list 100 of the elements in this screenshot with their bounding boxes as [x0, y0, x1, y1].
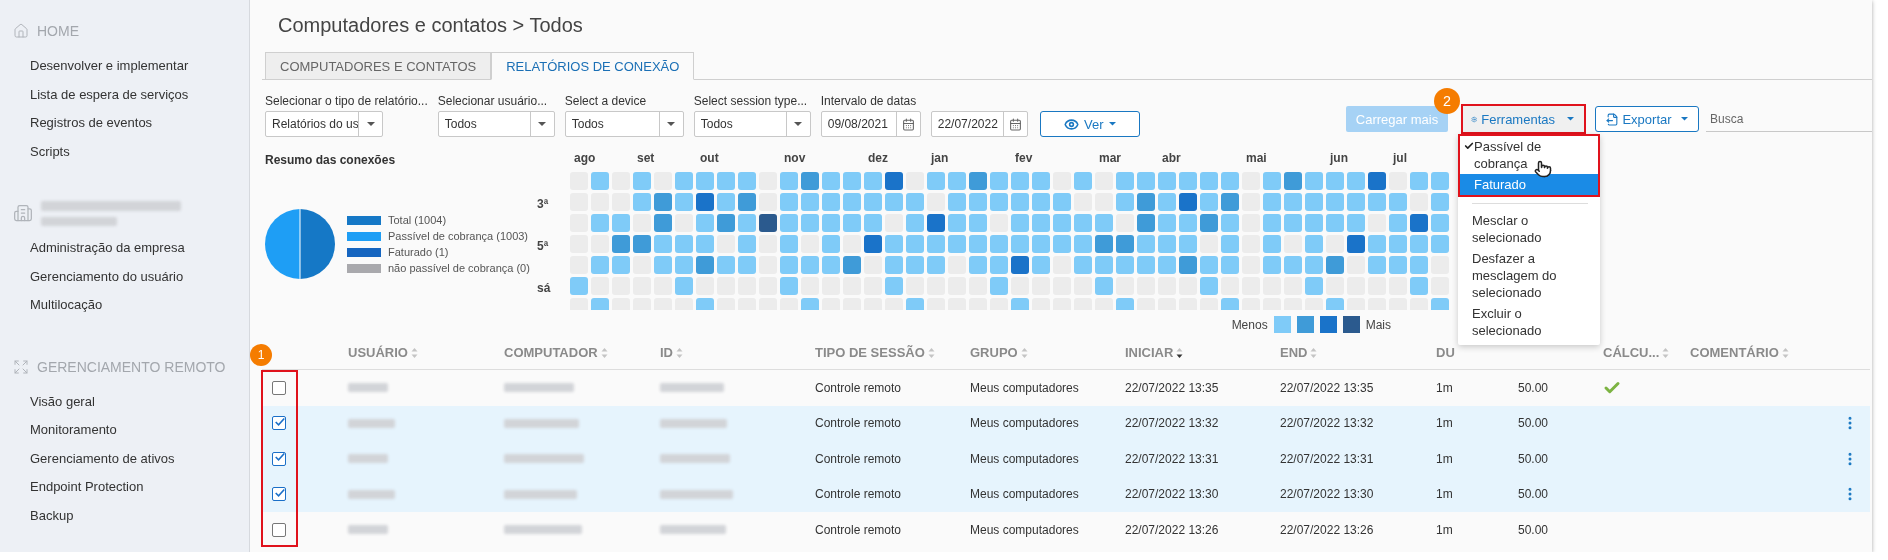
sidebar-heading: GERENCIAMENTO REMOTO — [37, 358, 226, 375]
export-button[interactable]: Exportar — [1595, 106, 1699, 132]
table-row[interactable]: Controle remoto Meus computadores 22/07/2022 13:31 22/07/2022 13:31 1m 50.00 — [262, 441, 1870, 477]
dropdown-select[interactable]: Todos — [564, 111, 684, 137]
table-cell-text: 22/07/2022 13:31 — [1125, 451, 1220, 466]
table-cell-text: 22/07/2022 13:26 — [1125, 522, 1220, 537]
table-cell-text: 22/07/2022 13:26 — [1280, 522, 1375, 537]
table-cell-text: Meus computadores — [970, 522, 1080, 537]
scale-swatch — [1273, 316, 1291, 333]
table-cell-text: 1m — [1436, 416, 1454, 431]
table-cell-text: 50.00 — [1516, 522, 1549, 537]
step-marker: 2 — [1434, 88, 1460, 114]
date-field[interactable]: 09/08/2021 — [820, 111, 921, 137]
tab[interactable]: RELATÓRIOS DE CONEXÃO — [491, 52, 695, 80]
sidebar-item[interactable]: Visão geral — [0, 387, 249, 416]
table-cell-text: Controle remoto — [815, 522, 903, 537]
day-label: 5ª — [537, 238, 550, 255]
checkbox[interactable] — [272, 487, 286, 502]
filter-label: Selecionar o tipo de relatório... — [265, 94, 428, 108]
redacted-text — [504, 383, 574, 393]
filter-label: Selecionar usuário... — [437, 94, 548, 108]
sidebar-item[interactable]: Endpoint Protection — [0, 473, 249, 502]
table-cell-text: 22/07/2022 13:35 — [1125, 380, 1220, 395]
sidebar-item[interactable]: Gerenciamento de ativos — [0, 444, 249, 473]
caret-icon — [794, 122, 803, 126]
export-icon — [1606, 112, 1620, 126]
page-title: Computadores e contatos > Todos — [278, 13, 584, 38]
caret-icon — [667, 122, 676, 126]
tools-button[interactable]: Ferramentas — [1463, 106, 1584, 132]
checkbox[interactable] — [272, 416, 286, 431]
checkbox[interactable] — [272, 380, 286, 395]
caret-icon — [1567, 117, 1574, 121]
sidebar-item[interactable]: Lista de espera de serviços — [0, 80, 249, 109]
scale-label: Menos — [1231, 317, 1268, 332]
scale-swatch — [1342, 316, 1360, 333]
redacted-text — [660, 383, 724, 393]
date-field[interactable]: 22/07/2022 — [930, 111, 1028, 137]
table-cell-text: 1m — [1436, 380, 1454, 395]
check-icon — [1464, 141, 1474, 151]
table-cell-text: Controle remoto — [815, 380, 903, 395]
sidebar-item[interactable]: Gerenciamento do usuário — [0, 262, 249, 291]
checkbox[interactable] — [272, 451, 286, 466]
sidebar-item[interactable]: Administração da empresa — [0, 234, 249, 263]
month-label: nov — [784, 151, 806, 165]
redacted-text — [660, 525, 726, 535]
sidebar-item[interactable]: Multilocação — [0, 291, 249, 320]
summary-title: Resumo das conexões — [265, 153, 397, 167]
dropdown-select[interactable]: Todos — [437, 111, 555, 137]
day-label: 3ª — [537, 196, 550, 213]
table-cell-text: 1m — [1436, 451, 1454, 466]
table-cell-text: 1m — [1436, 487, 1454, 502]
sidebar-item[interactable]: Monitoramento — [0, 416, 249, 445]
redacted-text — [660, 418, 727, 428]
search-field[interactable]: Busca — [1706, 106, 1872, 132]
month-label: abr — [1162, 151, 1181, 165]
sidebar-item[interactable]: Registros de eventos — [0, 109, 249, 138]
sidebar-item[interactable]: Backup — [0, 501, 249, 530]
checkbox[interactable] — [272, 522, 286, 537]
table-cell-text: 50.00 — [1516, 451, 1549, 466]
sort-icon[interactable] — [1176, 346, 1184, 359]
sidebar-heading: HOME — [37, 23, 79, 39]
legend-label: Passível de cobrança (1003) — [388, 230, 529, 242]
month-label: dez — [868, 151, 888, 165]
calendar-icon — [901, 117, 915, 131]
hand-cursor-icon — [1534, 160, 1552, 178]
menu-item[interactable]: Excluir o selecionado — [1458, 303, 1600, 341]
month-label: set — [637, 151, 655, 165]
dropdown-select[interactable]: Relatórios do us — [265, 111, 383, 137]
month-label: jun — [1330, 151, 1348, 165]
month-label: mai — [1246, 151, 1267, 165]
month-label: mar — [1099, 151, 1121, 165]
caret-icon — [1680, 117, 1688, 121]
sidebar-item[interactable]: Desenvolver e implementar — [0, 52, 249, 81]
redacted-text — [348, 418, 395, 428]
scale-swatch — [1296, 316, 1314, 333]
table-cell-text: Meus computadores — [970, 451, 1080, 466]
table-cell-text: Controle remoto — [815, 451, 903, 466]
menu-item[interactable]: Desfazer a mesclagem do selecionado — [1458, 248, 1600, 303]
menu-item[interactable]: Passível de cobrança — [1460, 136, 1598, 174]
table-cell-text: Controle remoto — [815, 416, 903, 431]
table-cell-text: 22/07/2022 13:35 — [1280, 380, 1375, 395]
step-marker: 1 — [250, 344, 272, 366]
building-icon — [13, 203, 33, 223]
table-row[interactable]: Controle remoto Meus computadores 22/07/2022 13:30 22/07/2022 13:30 1m 50.00 — [262, 476, 1870, 512]
table-row[interactable]: Controle remoto Meus computadores 22/07/2022 13:32 22/07/2022 13:32 1m 50.00 — [262, 405, 1870, 441]
tab[interactable]: COMPUTADORES E CONTATOS — [265, 52, 492, 80]
month-label: fev — [1015, 151, 1033, 165]
table-cell-text: Meus computadores — [970, 487, 1080, 502]
table-cell-text: Meus computadores — [970, 416, 1080, 431]
month-label: out — [700, 151, 719, 165]
redacted-text — [348, 525, 388, 535]
table-cell-text: 50.00 — [1516, 487, 1549, 502]
pie-chart-drawing — [265, 209, 335, 279]
legend-label: não passível de cobrança (0) — [388, 262, 530, 274]
menu-item[interactable]: Faturado — [1460, 174, 1598, 195]
dropdown-select[interactable]: Todos — [693, 111, 811, 137]
table-cell-text: Meus computadores — [970, 380, 1080, 395]
sidebar-item[interactable]: Scripts — [0, 137, 249, 166]
view-button[interactable]: Ver — [1039, 111, 1140, 137]
menu-item[interactable]: Mesclar o selecionado — [1458, 210, 1600, 248]
